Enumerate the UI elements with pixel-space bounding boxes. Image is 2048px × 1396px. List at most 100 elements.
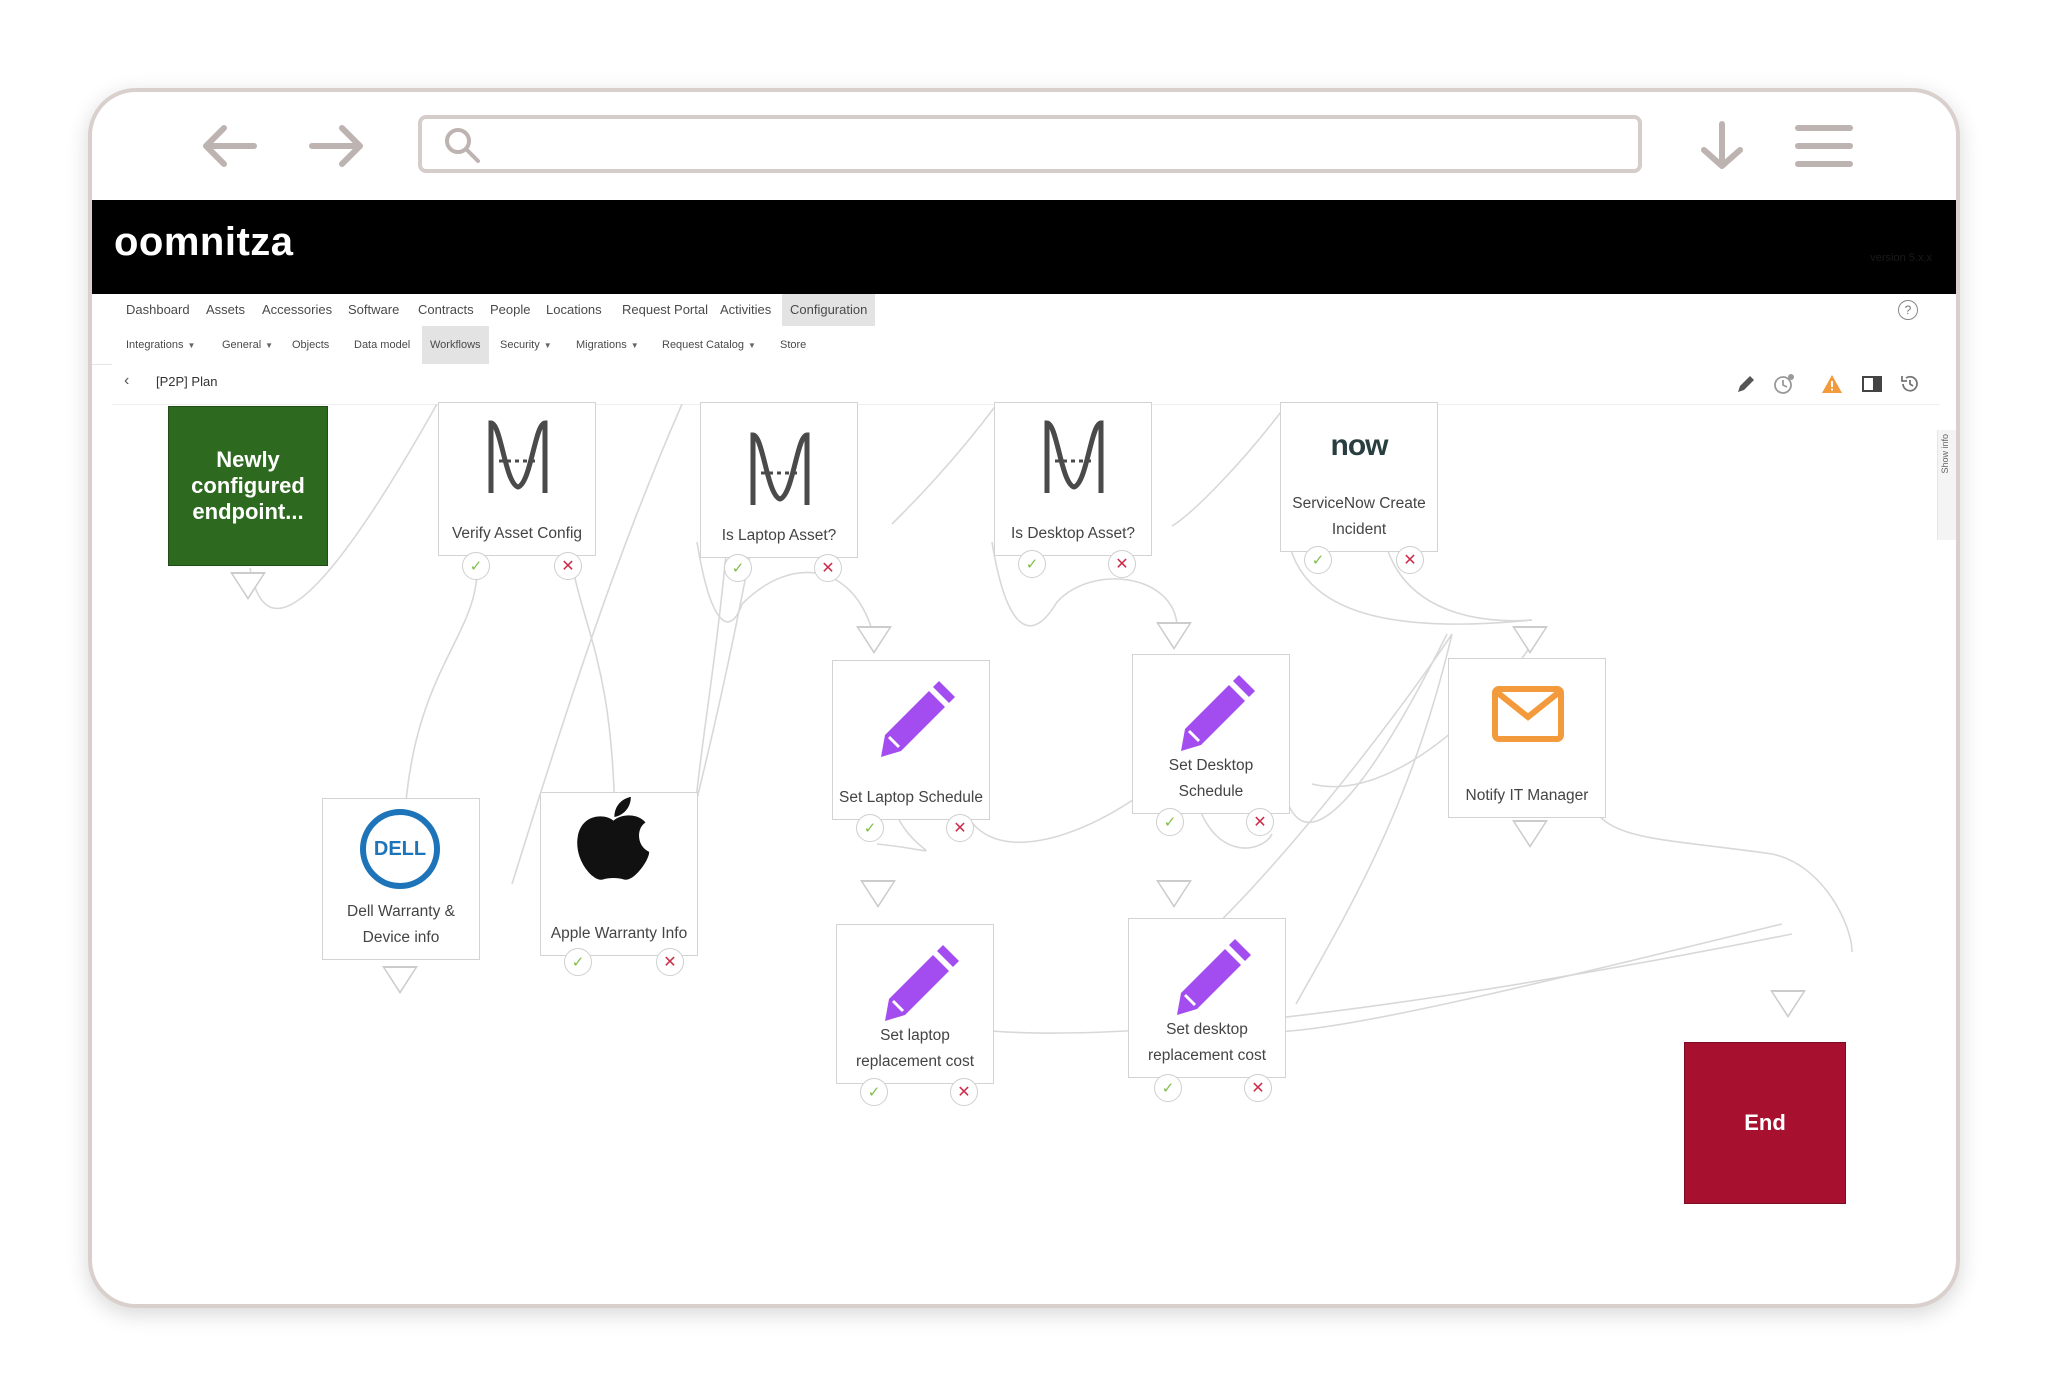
nav-assets[interactable]: Assets [206, 294, 245, 326]
subnav-workflows[interactable]: Workflows [422, 326, 489, 364]
subnav-general[interactable]: General ▼ [222, 326, 273, 364]
help-icon[interactable]: ? [1898, 300, 1918, 320]
laptop-cost-failure-port[interactable]: ✕ [950, 1078, 978, 1106]
check-icon: ✓ [1311, 552, 1325, 569]
history-icon[interactable] [1898, 372, 1922, 396]
servicenow-success-port[interactable]: ✓ [1304, 546, 1332, 574]
settings-clock-icon[interactable] [1772, 372, 1796, 396]
check-icon: ✓ [1025, 556, 1039, 573]
subnav-integrations[interactable]: Integrations ▼ [126, 326, 195, 364]
servicenow-logo: now [1330, 429, 1389, 462]
desktop-cost-success-port[interactable]: ✓ [1154, 1074, 1182, 1102]
app-header: oomnitza version 5.x.x [92, 200, 1956, 294]
dell-logo: DELL [360, 809, 440, 889]
hamburger-menu-icon[interactable] [1792, 120, 1856, 172]
node-dell-warranty[interactable]: DELL Dell Warranty & Device info [322, 798, 480, 960]
nav-people[interactable]: People [490, 294, 530, 326]
node-notify-it-manager[interactable]: Notify IT Manager [1448, 658, 1606, 818]
dropdown-caret-icon: ▼ [265, 341, 274, 350]
laptop-schedule-input-handle[interactable] [856, 626, 892, 654]
close-icon: ✕ [663, 954, 677, 971]
dropdown-caret-icon: ▼ [747, 341, 756, 350]
subnav-security[interactable]: Security ▼ [500, 326, 552, 364]
chevron-left-icon[interactable]: ‹ [124, 372, 144, 394]
notify-output-handle[interactable] [1512, 820, 1548, 848]
apple-failure-port[interactable]: ✕ [656, 948, 684, 976]
nav-configuration[interactable]: Configuration [782, 294, 876, 326]
node-apple-warranty[interactable]: Apple Warranty Info [540, 792, 698, 956]
desktop-schedule-input-handle[interactable] [1156, 622, 1192, 650]
pencil-icon [885, 945, 959, 1021]
show-info-tab[interactable]: Show info [1937, 430, 1956, 540]
desktop-success-port[interactable]: ✓ [1018, 550, 1046, 578]
warning-icon[interactable] [1820, 372, 1844, 396]
start-trigger-block[interactable]: Newly configured endpoint... [168, 406, 328, 566]
subnav-data-model[interactable]: Data model [354, 326, 410, 364]
condition-logic-icon [750, 432, 810, 505]
laptop-success-port[interactable]: ✓ [724, 554, 752, 582]
desktop-cost-input-handle[interactable] [1156, 880, 1192, 908]
laptop-schedule-success-port[interactable]: ✓ [856, 814, 884, 842]
node-set-laptop-cost[interactable]: Set laptop replacement cost [836, 924, 994, 1084]
forward-arrow-icon[interactable] [306, 120, 370, 172]
subnav-store[interactable]: Store [780, 326, 806, 364]
close-icon: ✕ [1403, 552, 1417, 569]
node-set-laptop-schedule[interactable]: Set Laptop Schedule [832, 660, 990, 820]
apple-logo-icon [577, 796, 650, 880]
servicenow-failure-port[interactable]: ✕ [1396, 546, 1424, 574]
search-input[interactable] [482, 127, 1626, 163]
version-label: version 5.x.x [1870, 252, 1932, 264]
search-icon [445, 128, 480, 163]
notify-input-handle[interactable] [1512, 626, 1548, 654]
nav-activities[interactable]: Activities [720, 294, 771, 326]
condition-logic-icon [1044, 420, 1104, 493]
desktop-cost-failure-port[interactable]: ✕ [1244, 1074, 1272, 1102]
nav-request-portal[interactable]: Request Portal [622, 294, 708, 326]
laptop-failure-port[interactable]: ✕ [814, 554, 842, 582]
subnav-request-catalog[interactable]: Request Catalog ▼ [662, 326, 756, 364]
node-servicenow-create-incident[interactable]: now ServiceNow Create Incident [1280, 402, 1438, 552]
node-set-desktop-cost[interactable]: Set desktop replacement cost [1128, 918, 1286, 1078]
desktop-failure-port[interactable]: ✕ [1108, 550, 1136, 578]
check-icon: ✓ [731, 560, 745, 577]
nav-locations[interactable]: Locations [546, 294, 602, 326]
nav-accessories[interactable]: Accessories [262, 294, 332, 326]
dell-output-handle[interactable] [382, 966, 418, 994]
nav-dashboard[interactable]: Dashboard [126, 294, 190, 326]
verify-success-port[interactable]: ✓ [462, 552, 490, 580]
close-icon: ✕ [821, 560, 835, 577]
close-icon: ✕ [957, 1084, 971, 1101]
laptop-cost-success-port[interactable]: ✓ [860, 1078, 888, 1106]
edit-pencil-icon[interactable] [1734, 372, 1758, 396]
subnav-objects[interactable]: Objects [292, 326, 329, 364]
laptop-cost-input-handle[interactable] [860, 880, 896, 908]
apple-success-port[interactable]: ✓ [564, 948, 592, 976]
check-icon: ✓ [1163, 814, 1177, 831]
browser-toolbar [92, 92, 1956, 200]
close-icon: ✕ [1115, 556, 1129, 573]
subnav-migrations[interactable]: Migrations ▼ [576, 326, 639, 364]
oomnitza-logo[interactable]: oomnitza [114, 220, 294, 265]
desktop-schedule-success-port[interactable]: ✓ [1156, 808, 1184, 836]
desktop-schedule-failure-port[interactable]: ✕ [1246, 808, 1274, 836]
node-is-laptop-asset[interactable]: Is Laptop Asset? [700, 402, 858, 558]
address-search-bar[interactable] [418, 115, 1642, 173]
nav-contracts[interactable]: Contracts [418, 294, 474, 326]
node-is-desktop-asset[interactable]: Is Desktop Asset? [994, 402, 1152, 556]
close-icon: ✕ [953, 820, 967, 837]
end-input-handle[interactable] [1770, 990, 1806, 1018]
check-icon: ✓ [469, 558, 483, 575]
verify-failure-port[interactable]: ✕ [554, 552, 582, 580]
pencil-icon [881, 681, 955, 757]
page-title: [P2P] Plan [156, 374, 218, 389]
laptop-schedule-failure-port[interactable]: ✕ [946, 814, 974, 842]
node-set-desktop-schedule[interactable]: Set Desktop Schedule [1132, 654, 1290, 814]
start-output-handle[interactable] [230, 572, 266, 600]
workflow-canvas[interactable]: Newly configured endpoint... Verify Asse… [92, 402, 1956, 1304]
back-arrow-icon[interactable] [196, 120, 260, 172]
download-icon[interactable] [1696, 120, 1748, 172]
end-block[interactable]: End [1684, 1042, 1846, 1204]
nav-software[interactable]: Software [348, 294, 399, 326]
node-verify-asset-config[interactable]: Verify Asset Config [438, 402, 596, 556]
panel-toggle-icon[interactable] [1860, 372, 1884, 396]
